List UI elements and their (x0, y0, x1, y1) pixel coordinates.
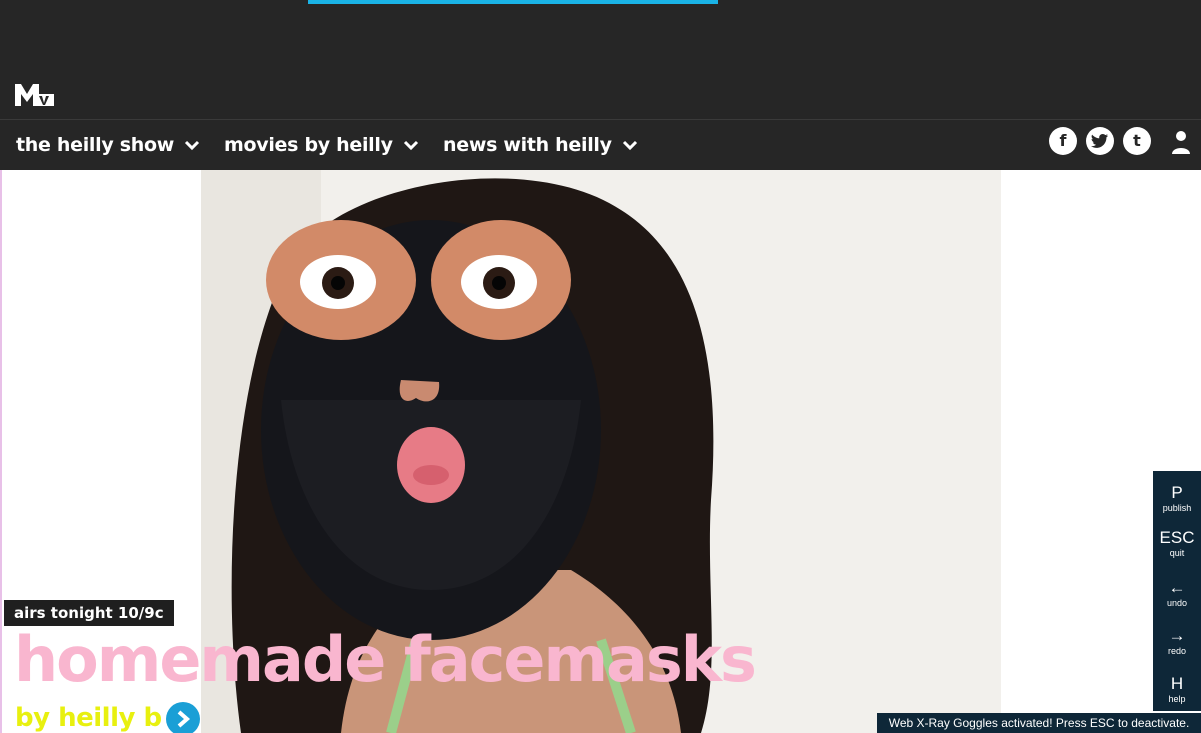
loading-progress-bar (308, 0, 718, 4)
redo-key[interactable]: → redo (1153, 626, 1201, 657)
nav-item-the-heilly-show[interactable]: the heilly show (16, 120, 200, 170)
nav-item-news-with-heilly[interactable]: news with heilly (443, 120, 638, 170)
help-key[interactable]: H help (1153, 674, 1201, 705)
xray-status-bar: Web X-Ray Goggles activated! Press ESC t… (877, 713, 1201, 733)
twitter-link[interactable] (1086, 127, 1114, 155)
chevron-right-icon (177, 710, 191, 728)
key-caption: undo (1166, 598, 1188, 608)
key-caption: help (1168, 694, 1186, 704)
nav-item-label: the heilly show (16, 134, 175, 156)
key-label: H (1170, 674, 1184, 693)
key-caption: quit (1169, 548, 1185, 558)
mtv-logo[interactable] (15, 82, 55, 106)
chevron-down-icon (622, 140, 637, 151)
publish-key[interactable]: P publish (1153, 483, 1201, 514)
tumblr-icon: t (1133, 131, 1141, 150)
tumblr-link[interactable]: t (1123, 127, 1151, 155)
site-header (0, 0, 1201, 119)
key-label: P (1171, 483, 1183, 502)
key-label: ESC (1159, 528, 1195, 547)
user-icon[interactable] (1170, 130, 1192, 154)
nav-item-label: movies by heilly (224, 134, 393, 156)
nav-item-label: news with heilly (443, 134, 612, 156)
undo-key[interactable]: ← undo (1153, 578, 1201, 609)
feature-title[interactable]: homemade facemasks (14, 622, 757, 698)
next-arrow-button[interactable] (166, 702, 200, 733)
arrow-right-icon: → (1168, 626, 1186, 645)
feature-byline[interactable]: by heilly b (15, 701, 162, 733)
nav-item-movies-by-heilly[interactable]: movies by heilly (224, 120, 419, 170)
chevron-down-icon (184, 140, 200, 151)
facebook-icon: f (1059, 131, 1067, 150)
arrow-left-icon: ← (1168, 578, 1186, 597)
facebook-link[interactable]: f (1049, 127, 1077, 155)
quit-key[interactable]: ESC quit (1153, 528, 1201, 559)
key-caption: redo (1167, 646, 1186, 656)
key-caption: publish (1162, 503, 1192, 513)
chevron-down-icon (403, 140, 418, 151)
twitter-icon (1091, 134, 1108, 148)
left-accent-bar (0, 170, 2, 733)
